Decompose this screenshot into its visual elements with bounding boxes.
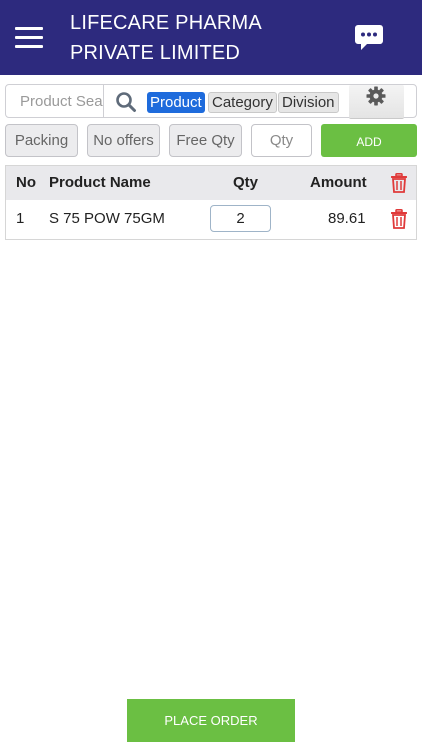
row-no: 1 [16, 210, 25, 227]
search-bar: Product Category Division [5, 84, 417, 119]
column-amount: Amount [310, 174, 367, 191]
product-search-input[interactable] [6, 85, 104, 117]
add-button[interactable]: ADD [321, 124, 417, 157]
place-order-button[interactable]: PLACE ORDER [127, 699, 295, 742]
row-product-name: S 75 POW 75GM [49, 210, 165, 227]
clear-all-trash-icon[interactable] [390, 173, 408, 198]
filter-product[interactable]: Product [147, 92, 205, 113]
offers-button[interactable]: No offers [87, 124, 160, 157]
packing-button[interactable]: Packing [5, 124, 78, 157]
row-delete-trash-icon[interactable] [390, 209, 408, 234]
app-header: LIFECARE PHARMA PRIVATE LIMITED [0, 0, 422, 75]
company-title: LIFECARE PHARMA PRIVATE LIMITED [70, 12, 261, 64]
row-amount: 89.61 [328, 210, 366, 227]
settings-button[interactable] [349, 85, 404, 119]
filter-division[interactable]: Division [278, 92, 339, 113]
table-header: No Product Name Qty Amount [6, 166, 416, 200]
column-product-name: Product Name [49, 174, 151, 191]
column-qty: Qty [233, 174, 259, 191]
search-icon[interactable] [115, 91, 137, 113]
gear-icon [366, 86, 386, 106]
qty-input[interactable] [251, 124, 312, 157]
filter-category[interactable]: Category [208, 92, 277, 113]
order-table: No Product Name Qty Amount 1 S 75 POW 75… [5, 165, 417, 240]
free-qty-button[interactable]: Free Qty [169, 124, 242, 157]
row-qty-input[interactable] [210, 205, 271, 232]
hamburger-menu-icon[interactable] [15, 27, 43, 49]
chat-bubble-icon[interactable] [354, 22, 384, 52]
column-no: No [16, 174, 36, 191]
